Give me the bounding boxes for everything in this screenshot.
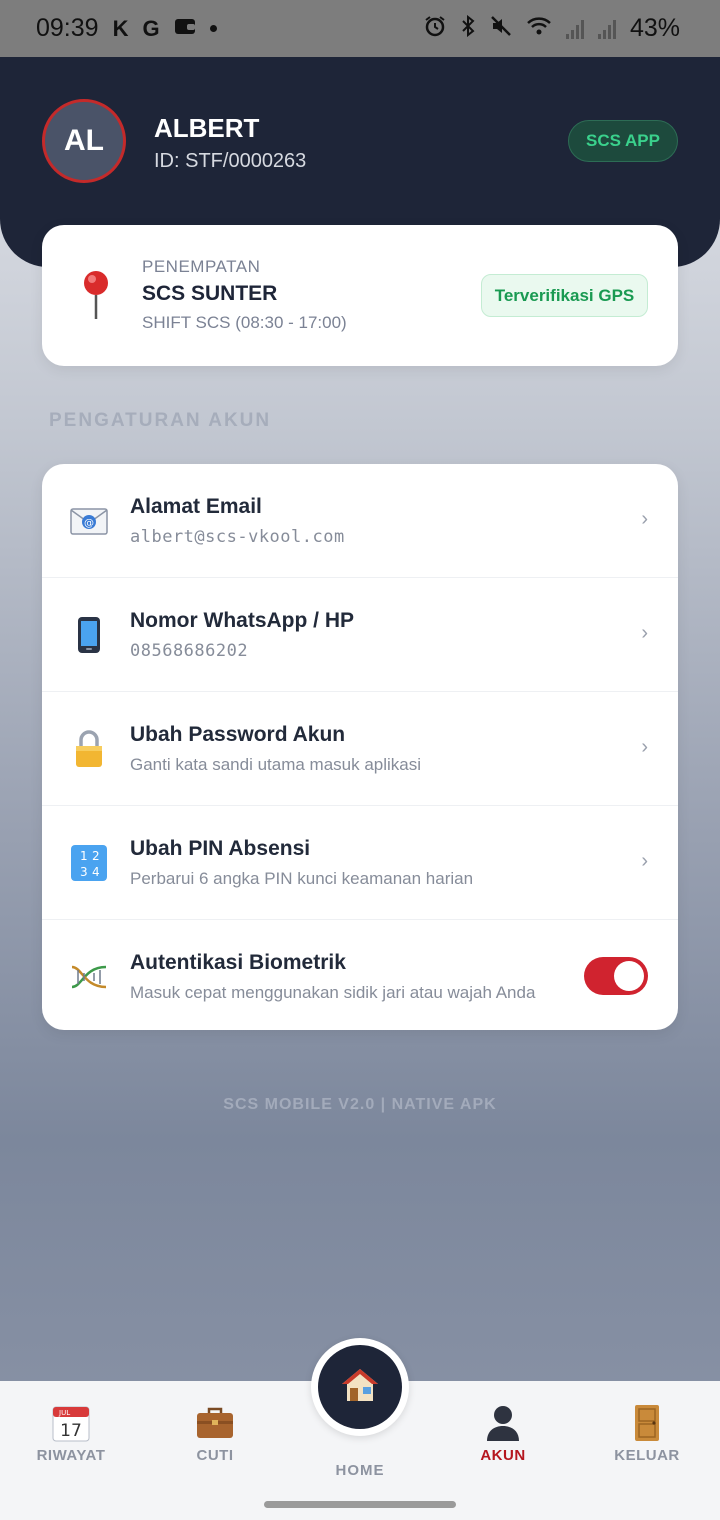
house-icon bbox=[340, 1367, 380, 1408]
settings-row-biometric: Autentikasi Biometrik Masuk cepat menggu… bbox=[42, 920, 678, 1030]
avatar[interactable]: AL bbox=[42, 99, 126, 183]
app-version: SCS MOBILE V2.0 | NATIVE APK bbox=[223, 1096, 497, 1113]
row-title: Ubah PIN Absensi bbox=[130, 837, 311, 860]
app-badge: SCS APP bbox=[568, 120, 678, 162]
dna-icon bbox=[70, 958, 108, 996]
signal-icon bbox=[597, 19, 616, 39]
dot-icon bbox=[209, 25, 217, 32]
placement-site: SCS SUNTER bbox=[142, 282, 278, 305]
row-subtitle: Ganti kata sandi utama masuk aplikasi bbox=[130, 755, 422, 774]
email-icon: @ bbox=[70, 502, 108, 540]
row-subtitle: Masuk cepat menggunakan sidik jari atau … bbox=[130, 983, 536, 1002]
nav-label: RIWAYAT bbox=[36, 1447, 106, 1464]
nav-label: AKUN bbox=[480, 1447, 526, 1464]
status-time: 09:39 bbox=[36, 14, 99, 42]
numbers-icon: 1234 bbox=[70, 844, 108, 882]
signal-icon bbox=[565, 19, 584, 39]
calendar-month: JUL bbox=[58, 1409, 70, 1417]
svg-text:3: 3 bbox=[80, 865, 88, 879]
wallet-icon bbox=[174, 17, 196, 40]
briefcase-icon bbox=[195, 1403, 235, 1443]
settings-row-email[interactable]: @ Alamat Email albert@scs-vkool.com › bbox=[42, 464, 678, 578]
person-icon bbox=[483, 1403, 523, 1443]
svg-text:2: 2 bbox=[92, 849, 100, 863]
placement-label: PENEMPATAN bbox=[142, 257, 261, 276]
settings-row-pin[interactable]: 1234 Ubah PIN Absensi Perbarui 6 angka P… bbox=[42, 806, 678, 920]
chevron-right-icon: › bbox=[641, 622, 648, 644]
nav-label-home: HOME bbox=[335, 1462, 385, 1479]
row-subtitle: albert@scs-vkool.com bbox=[130, 527, 345, 547]
k-app-icon: K bbox=[112, 15, 129, 41]
section-title: PENGATURAN AKUN bbox=[49, 410, 272, 431]
mute-icon bbox=[490, 15, 512, 42]
svg-text:@: @ bbox=[84, 518, 94, 529]
gesture-bar[interactable] bbox=[264, 1501, 456, 1508]
placement-card: PENEMPATAN SCS SUNTER SHIFT SCS (08:30 -… bbox=[42, 225, 678, 366]
row-subtitle: Perbarui 6 angka PIN kunci keamanan hari… bbox=[130, 869, 474, 888]
gps-verified-badge: Terverifikasi GPS bbox=[481, 274, 648, 317]
phone-icon bbox=[70, 616, 108, 654]
calendar-icon: JUL 17 bbox=[51, 1403, 91, 1443]
settings-row-whatsapp[interactable]: Nomor WhatsApp / HP 08568686202 › bbox=[42, 578, 678, 692]
svg-text:4: 4 bbox=[92, 865, 100, 879]
user-name: ALBERT bbox=[154, 113, 260, 143]
door-icon bbox=[627, 1403, 667, 1443]
row-title: Nomor WhatsApp / HP bbox=[130, 609, 354, 632]
placement-shift: SHIFT SCS (08:30 - 17:00) bbox=[142, 313, 347, 332]
nav-cuti[interactable]: CUTI bbox=[155, 1403, 275, 1464]
chevron-right-icon: › bbox=[641, 850, 648, 872]
bluetooth-icon bbox=[460, 14, 476, 42]
svg-text:1: 1 bbox=[80, 849, 88, 863]
chevron-right-icon: › bbox=[641, 508, 648, 530]
lock-icon bbox=[70, 730, 108, 768]
nav-label: CUTI bbox=[196, 1447, 234, 1464]
row-title: Autentikasi Biometrik bbox=[130, 951, 346, 974]
home-button[interactable] bbox=[311, 1338, 409, 1436]
account-settings-list: @ Alamat Email albert@scs-vkool.com › No… bbox=[42, 464, 678, 1030]
nav-keluar[interactable]: KELUAR bbox=[587, 1403, 707, 1464]
user-id: ID: STF/0000263 bbox=[154, 150, 307, 172]
biometric-toggle[interactable] bbox=[584, 957, 648, 995]
toggle-knob bbox=[614, 961, 644, 991]
row-title: Ubah Password Akun bbox=[130, 723, 346, 746]
status-bar: 09:39 K G 43% bbox=[0, 0, 720, 57]
nav-akun[interactable]: AKUN bbox=[443, 1403, 563, 1464]
pushpin-icon bbox=[80, 269, 112, 321]
nav-riwayat[interactable]: JUL 17 RIWAYAT bbox=[11, 1403, 131, 1464]
chevron-right-icon: › bbox=[641, 736, 648, 758]
settings-row-password[interactable]: Ubah Password Akun Ganti kata sandi utam… bbox=[42, 692, 678, 806]
nav-label: KELUAR bbox=[614, 1447, 680, 1464]
row-title: Alamat Email bbox=[130, 495, 262, 518]
calendar-day: 17 bbox=[60, 1421, 82, 1441]
home-button-inner bbox=[318, 1345, 402, 1429]
row-subtitle: 08568686202 bbox=[130, 641, 249, 661]
alarm-icon bbox=[424, 15, 446, 42]
battery-level: 43% bbox=[629, 14, 680, 42]
wifi-icon bbox=[526, 16, 552, 41]
google-icon: G bbox=[142, 15, 160, 41]
